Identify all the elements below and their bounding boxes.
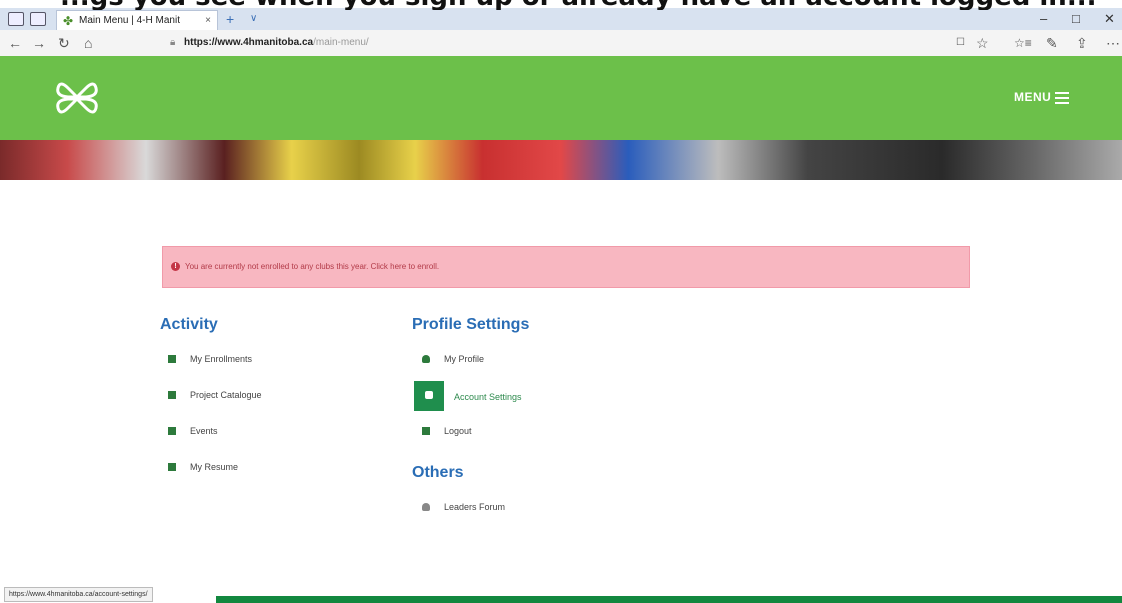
menu-button[interactable]: MENU (1014, 90, 1070, 104)
tab-close-icon[interactable]: × (205, 11, 211, 31)
menu-item-events[interactable]: Events (160, 416, 400, 446)
reading-view-icon[interactable]: ☐ (956, 34, 965, 52)
minimize-button[interactable]: – (1040, 10, 1047, 28)
activity-heading: Activity (160, 316, 218, 333)
menu-item-account-settings[interactable]: Account Settings (414, 381, 654, 412)
4h-clover-logo[interactable] (54, 78, 100, 118)
menu-item-my-profile[interactable]: My Profile (414, 344, 654, 374)
browser-nav-bar: ← → ↻ ⌂ 🔒︎ https://www.4hmanitoba.ca/mai… (0, 30, 1122, 57)
menu-item-my-enrollments[interactable]: My Enrollments (160, 344, 400, 374)
catalogue-icon (168, 391, 176, 399)
calendar-icon (168, 427, 176, 435)
new-tab-button[interactable]: + (226, 10, 234, 28)
home-icon[interactable]: ⌂ (84, 34, 92, 52)
menu-label: MENU (1014, 90, 1052, 104)
hamburger-icon (1055, 91, 1070, 104)
menu-item-label: My Profile (444, 354, 485, 364)
user-icon (422, 355, 430, 363)
menu-item-label: My Resume (190, 462, 239, 472)
more-icon[interactable]: ⋯ (1106, 34, 1120, 52)
favorite-star-icon[interactable]: ☆ (976, 34, 989, 52)
alert-icon: ! (171, 262, 180, 271)
close-window-button[interactable]: ✕ (1104, 10, 1115, 28)
tab-title: Main Menu | 4-H Manit (79, 15, 180, 26)
lock-icon (414, 381, 444, 411)
lock-icon: 🔒︎ (170, 37, 176, 48)
logout-icon (422, 427, 430, 435)
enrollment-alert[interactable]: ! You are currently not enrolled to any … (162, 246, 970, 288)
browser-tab-main-menu[interactable]: ✤ Main Menu | 4-H Manit × (56, 10, 218, 31)
menu-item-logout[interactable]: Logout (414, 416, 654, 446)
menu-item-label: Events (190, 426, 218, 436)
enrollments-icon (168, 355, 176, 363)
hero-banner-image (0, 140, 1122, 180)
maximize-button[interactable]: □ (1072, 10, 1080, 28)
browser-tab-bar: ✤ Main Menu | 4-H Manit × + ∨ – □ ✕ (0, 8, 1122, 31)
forum-icon (422, 503, 430, 511)
tab-dropdown-icon[interactable]: ∨ (250, 10, 257, 28)
favorites-hub-icon[interactable]: ☆≡ (1014, 34, 1032, 52)
url-host: https://www.4hmanitoba.ca (184, 37, 314, 48)
menu-item-label: My Enrollments (190, 354, 253, 364)
share-icon[interactable]: ⇪ (1076, 34, 1088, 52)
menu-item-label: Project Catalogue (190, 390, 262, 400)
tab-actions-icon[interactable] (8, 12, 24, 26)
resume-icon (168, 463, 176, 471)
menu-item-my-resume[interactable]: My Resume (160, 452, 400, 482)
caption-text: ...gs you see when you sign up or alread… (60, 0, 1096, 10)
status-bar-url: https://www.4hmanitoba.ca/account-settin… (4, 587, 153, 602)
menu-item-project-catalogue[interactable]: Project Catalogue (160, 380, 400, 410)
menu-item-label: Logout (444, 426, 472, 436)
others-heading: Others (412, 464, 464, 481)
address-bar[interactable]: 🔒︎ https://www.4hmanitoba.ca/main-menu/ (170, 34, 970, 52)
web-note-icon[interactable]: ✎ (1046, 34, 1058, 52)
menu-item-label: Account Settings (454, 392, 522, 402)
site-header: MENU (0, 56, 1122, 140)
back-icon[interactable]: ← (8, 34, 22, 52)
caption-overlay: ...gs you see when you sign up or alread… (0, 0, 1122, 10)
footer-bar (216, 596, 1122, 603)
profile-settings-heading: Profile Settings (412, 316, 530, 333)
alert-text: You are currently not enrolled to any cl… (185, 262, 440, 271)
url-path: /main-menu/ (313, 37, 369, 48)
refresh-icon[interactable]: ↻ (58, 34, 70, 52)
menu-item-label: Leaders Forum (444, 502, 506, 512)
menu-item-leaders-forum[interactable]: Leaders Forum (414, 492, 654, 522)
tabs-aside-icon[interactable] (30, 12, 46, 26)
forward-icon[interactable]: → (32, 34, 46, 52)
site-favicon-icon: ✤ (63, 14, 74, 28)
